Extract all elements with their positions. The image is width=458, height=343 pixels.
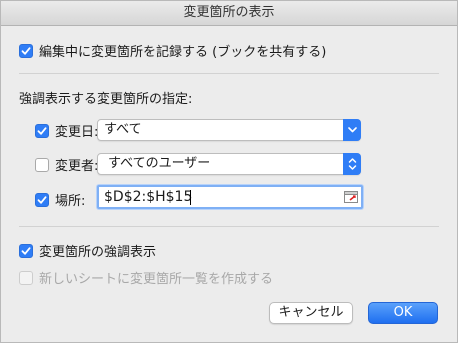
where-label: 場所: (55, 194, 86, 209)
who-checkbox[interactable] (35, 157, 49, 172)
list-new-sheet-label: 新しいシートに変更箇所一覧を作成する (39, 272, 274, 287)
range-selector-icon[interactable] (344, 190, 358, 204)
window-title: 変更箇所の表示 (1, 1, 457, 26)
where-option[interactable]: 場所: (35, 190, 85, 209)
who-option[interactable]: 変更者: (35, 155, 98, 174)
checkmark-icon (21, 46, 31, 55)
text-caret (190, 190, 191, 205)
ok-button[interactable]: OK (368, 302, 438, 324)
when-dropdown-value: すべて (104, 122, 142, 137)
track-changes-option[interactable]: 編集中に変更箇所を記録する (ブックを共有する) (19, 41, 326, 60)
where-range-input[interactable]: $D$2:$H$15 (97, 185, 363, 209)
track-changes-checkbox[interactable] (19, 43, 33, 58)
updown-arrows-icon (343, 153, 361, 175)
where-range-value: $D$2:$H$15 (104, 189, 193, 205)
checkmark-icon (37, 195, 47, 204)
checkmark-icon (37, 126, 47, 135)
when-option[interactable]: 変更日: (35, 121, 98, 140)
separator-top (19, 73, 439, 74)
list-new-sheet-checkbox (19, 270, 33, 285)
cancel-button[interactable]: キャンセル (269, 302, 353, 324)
when-checkbox[interactable] (35, 123, 49, 138)
who-dropdown[interactable]: すべてのユーザー (97, 153, 361, 175)
checkmark-icon (21, 246, 31, 255)
who-label: 変更者: (55, 159, 99, 174)
highlight-section-heading: 強調表示する変更箇所の指定: (19, 92, 193, 107)
dialog-window: 変更箇所の表示 編集中に変更箇所を記録する (ブックを共有する) 強調表示する変… (0, 0, 458, 343)
highlight-on-screen-checkbox[interactable] (19, 243, 33, 258)
track-changes-label: 編集中に変更箇所を記録する (ブックを共有する) (39, 45, 327, 60)
highlight-on-screen-option[interactable]: 変更箇所の強調表示 (19, 241, 156, 260)
where-checkbox[interactable] (35, 192, 49, 207)
when-dropdown[interactable]: すべて (97, 119, 361, 141)
chevron-down-icon (343, 119, 361, 141)
highlight-on-screen-label: 変更箇所の強調表示 (39, 245, 157, 260)
who-dropdown-value: すべてのユーザー (108, 156, 211, 171)
when-label: 変更日: (55, 125, 99, 140)
list-new-sheet-option: 新しいシートに変更箇所一覧を作成する (19, 268, 273, 287)
separator-bottom (19, 226, 439, 227)
